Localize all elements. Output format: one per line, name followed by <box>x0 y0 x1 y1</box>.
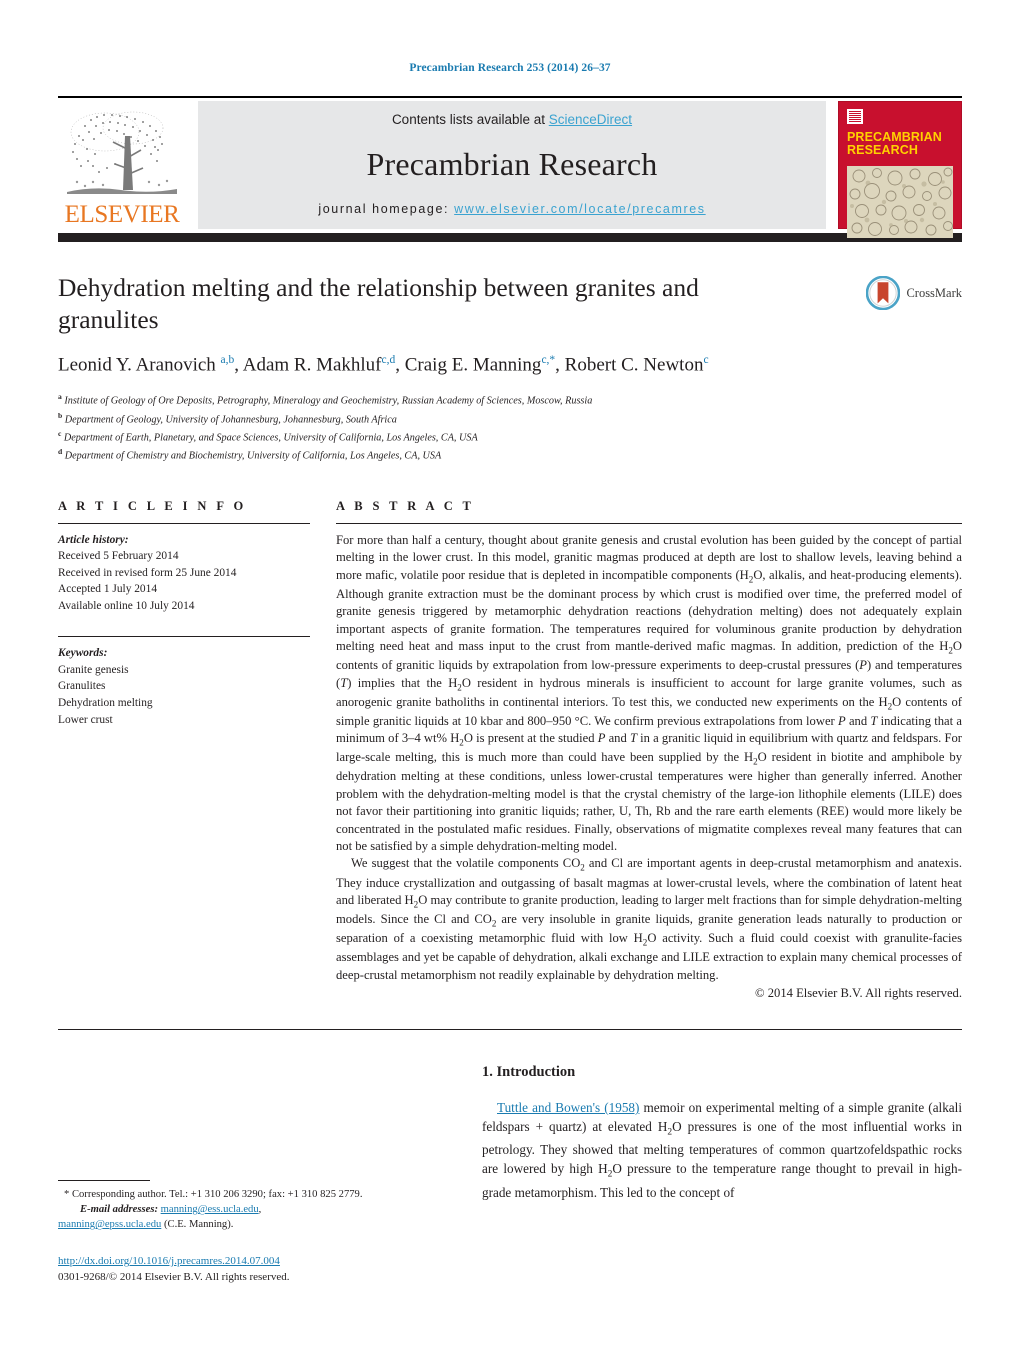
email-link-primary[interactable]: manning@ess.ucla.edu <box>161 1204 259 1215</box>
author-list: Leonid Y. Aranovich a,b, Adam R. Makhluf… <box>58 354 709 376</box>
cover-title-line2: RESEARCH <box>847 143 918 158</box>
affiliation-marker: c <box>58 429 62 439</box>
affiliation-text: Department of Earth, Planetary, and Spac… <box>63 432 478 444</box>
elsevier-tree-icon <box>67 111 177 194</box>
affiliation-marker: a <box>58 392 62 402</box>
sciencedirect-link[interactable]: ScienceDirect <box>549 112 632 127</box>
running-head: Precambrian Research 253 (2014) 26–37 <box>409 62 611 74</box>
affiliation-text: Institute of Geology of Ore Deposits, Pe… <box>64 395 593 407</box>
info-abstract-section: A R T I C L E I N F O Article history: R… <box>58 499 962 1001</box>
article-history-heading: Article history: <box>58 533 129 546</box>
cover-title: PRECAMBRIAN RESEARCH <box>847 130 953 158</box>
masthead-center-panel: Contents lists available at ScienceDirec… <box>198 101 826 229</box>
keyword-item: Dehydration melting <box>58 697 153 710</box>
email-link-secondary[interactable]: manning@epss.ucla.edu <box>58 1219 161 1230</box>
abstract-body: For more than half a century, thought ab… <box>336 532 962 984</box>
issn-copyright-line: 0301-9268/© 2014 Elsevier B.V. All right… <box>58 1270 290 1283</box>
masthead-top-rule <box>58 96 962 98</box>
journal-homepage-link[interactable]: www.elsevier.com/locate/precamres <box>454 202 705 216</box>
article-history-item: Received 5 February 2014 <box>58 550 179 563</box>
doi-link-wrapper: http://dx.doi.org/10.1016/j.precamres.20… <box>58 1254 458 1269</box>
email-addresses-note: E-mail addresses: manning@ess.ucla.edu, <box>80 1204 262 1216</box>
journal-homepage-line: journal homepage: www.elsevier.com/locat… <box>318 202 705 216</box>
abstract-rule <box>336 522 962 524</box>
article-info-rule <box>58 522 310 524</box>
cover-elsevier-mark-icon <box>847 109 863 124</box>
homepage-prefix: journal homepage: <box>318 202 455 216</box>
affiliation-marker: b <box>58 410 63 420</box>
corresponding-author-note: * Corresponding author. Tel.: +1 310 206… <box>64 1189 363 1201</box>
affiliation-text: Department of Geology, University of Joh… <box>64 414 397 426</box>
contents-prefix: Contents lists available at <box>391 112 549 127</box>
affiliation-list: a Institute of Geology of Ore Deposits, … <box>58 391 800 465</box>
crossmark-label: CrossMark <box>906 285 962 300</box>
cover-title-line1: PRECAMBRIAN <box>847 130 942 144</box>
elsevier-wordmark: ELSEVIER <box>64 201 180 228</box>
journal-cover-thumbnail[interactable]: PRECAMBRIAN RESEARCH <box>838 101 962 238</box>
footnote-rule <box>58 1180 150 1182</box>
doi-link[interactable]: http://dx.doi.org/10.1016/j.precamres.20… <box>58 1255 280 1267</box>
footnotes-block: * Corresponding author. Tel.: +1 310 206… <box>58 1180 458 1285</box>
cover-micrograph-image <box>847 165 953 238</box>
article-page: Precambrian Research 253 (2014) 26–37 EL… <box>0 0 1020 1351</box>
journal-title: Precambrian Research <box>366 146 658 182</box>
article-info-column: A R T I C L E I N F O Article history: R… <box>58 499 336 1001</box>
keywords-heading: Keywords: <box>58 647 108 660</box>
affiliation-item: d Department of Chemistry and Biochemist… <box>58 446 800 464</box>
affiliation-text: Department of Chemistry and Biochemistry… <box>64 450 442 462</box>
article-history-item: Accepted 1 July 2014 <box>58 583 158 596</box>
body-divider-rule <box>58 1029 962 1031</box>
introduction-paragraph: Tuttle and Bowen's (1958) memoir on expe… <box>482 1098 962 1202</box>
title-block: Dehydration melting and the relationship… <box>58 272 962 465</box>
email-addresses-label: E-mail addresses: <box>80 1204 158 1216</box>
body-column-right: 1. Introduction Tuttle and Bowen's (1958… <box>482 1064 962 1202</box>
keyword-item: Granulites <box>58 680 106 693</box>
email-owner: (C.E. Manning). <box>163 1219 234 1231</box>
crossmark-badge[interactable]: CrossMark <box>866 276 962 310</box>
crossmark-container[interactable]: CrossMark <box>820 272 962 465</box>
abstract-column: A B S T R A C T For more than half a cen… <box>336 499 962 1001</box>
email-secondary-note: manning@epss.ucla.edu (C.E. Manning). <box>58 1217 458 1232</box>
article-history-item: Received in revised form 25 June 2014 <box>58 566 237 579</box>
affiliation-item: c Department of Earth, Planetary, and Sp… <box>58 428 800 446</box>
affiliation-marker: d <box>58 447 63 457</box>
citation-link-tuttle-bowen[interactable]: Tuttle and Bowen's (1958) <box>497 1100 639 1115</box>
masthead-bottom-bar <box>58 233 962 242</box>
elsevier-logo: ELSEVIER <box>58 101 186 229</box>
page-title: Dehydration melting and the relationship… <box>58 273 699 335</box>
title-text-column: Dehydration melting and the relationship… <box>58 272 820 465</box>
section-heading-introduction: 1. Introduction <box>482 1064 576 1081</box>
article-history-item: Available online 10 July 2014 <box>58 599 195 612</box>
affiliation-item: a Institute of Geology of Ore Deposits, … <box>58 391 800 409</box>
keywords-rule <box>58 636 310 638</box>
crossmark-icon <box>866 276 901 310</box>
affiliation-item: b Department of Geology, University of J… <box>58 410 800 428</box>
article-info-kicker: A R T I C L E I N F O <box>58 498 247 513</box>
cover-micrograph-svg <box>847 165 953 238</box>
doi-block: http://dx.doi.org/10.1016/j.precamres.20… <box>58 1254 458 1285</box>
keyword-item: Lower crust <box>58 713 113 726</box>
journal-masthead: ELSEVIER Contents lists available at Sci… <box>58 101 962 238</box>
abstract-copyright: © 2014 Elsevier B.V. All rights reserved… <box>755 986 962 1001</box>
abstract-paragraph: We suggest that the volatile components … <box>336 856 962 982</box>
contents-list-line: Contents lists available at ScienceDirec… <box>392 112 632 127</box>
keyword-item: Granite genesis <box>58 663 129 676</box>
abstract-paragraph: For more than half a century, thought ab… <box>336 532 962 854</box>
abstract-kicker: A B S T R A C T <box>336 498 475 513</box>
